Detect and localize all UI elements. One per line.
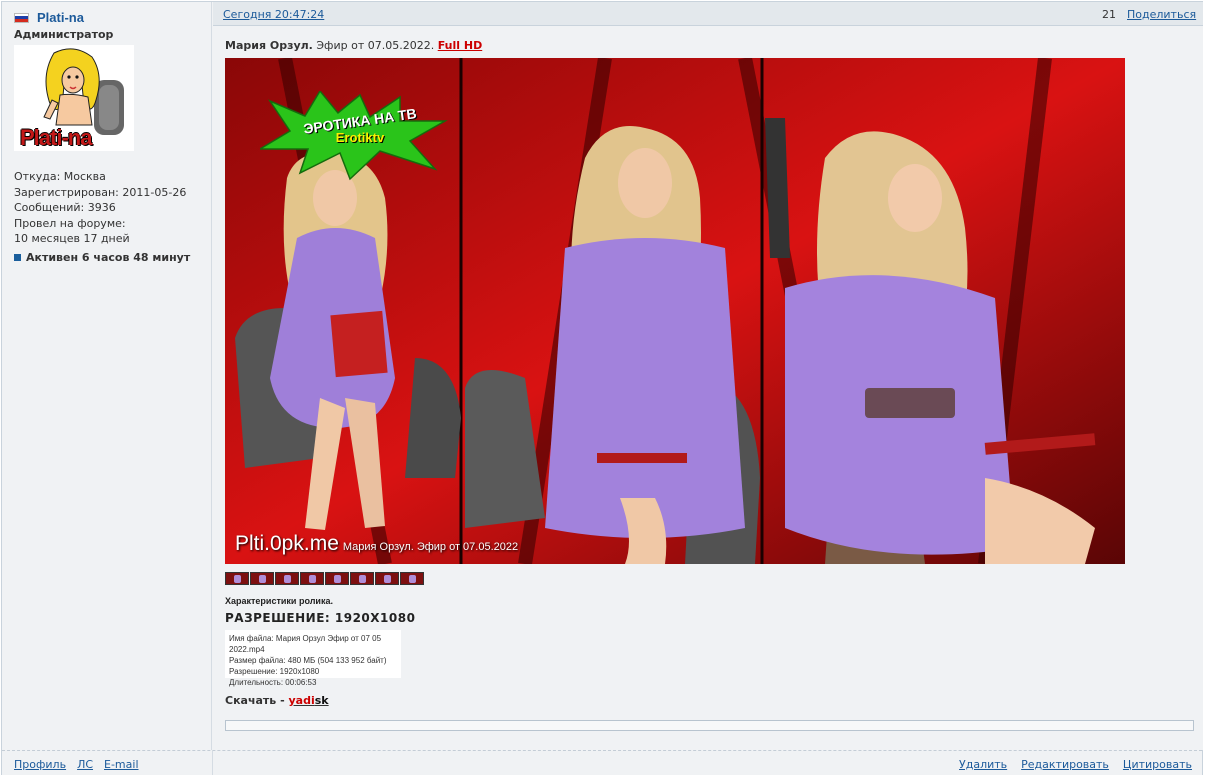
user-posts: Сообщений: 3936 xyxy=(14,201,116,214)
thumbnail[interactable] xyxy=(350,572,374,585)
post-header: Сегодня 20:47:24 21 Поделиться xyxy=(213,2,1203,26)
post-number: 21 xyxy=(1102,8,1116,21)
user-active-text: Активен 6 часов 48 минут xyxy=(26,251,191,264)
profile-link[interactable]: Профиль xyxy=(14,758,66,771)
email-link[interactable]: E-mail xyxy=(104,758,139,771)
thumbnail[interactable] xyxy=(400,572,424,585)
avatar: Plati-na xyxy=(14,45,134,151)
user-rank: Администратор xyxy=(14,28,114,41)
quote-link[interactable]: Цитировать xyxy=(1123,758,1192,771)
post-title: Мария Орзул. Эфир от 07.05.2022. Full HD xyxy=(225,39,482,52)
thumbnail[interactable] xyxy=(375,572,399,585)
username-row: Plati-na xyxy=(14,10,84,25)
download-line: Скачать - yadisk xyxy=(225,694,329,707)
thumbnail[interactable] xyxy=(250,572,274,585)
post-footer: Профиль ЛС E-mail Удалить Редактировать … xyxy=(2,750,1202,775)
meta-resolution: Разрешение: 1920x1080 xyxy=(229,667,320,676)
download-link[interactable]: yadisk xyxy=(289,694,329,707)
image-watermark: Plti.0pk.me Мария Орзул. Эфир от 07.05.20… xyxy=(235,532,518,556)
thumbnail-strip xyxy=(225,572,424,585)
full-hd-link[interactable]: Full HD xyxy=(438,39,483,52)
post-permalink[interactable]: Сегодня 20:47:24 xyxy=(223,8,324,21)
user-panel: Plati-na Администратор Plati-na Откуда: … xyxy=(2,2,212,750)
characteristics-label: Характеристики ролика. xyxy=(225,596,333,606)
download-link-black: sk xyxy=(314,694,329,707)
thumbnail[interactable] xyxy=(275,572,299,585)
user-links: Профиль ЛС E-mail xyxy=(14,758,139,771)
title-rest: Эфир от 07.05.2022. xyxy=(312,39,438,52)
meta-duration: Длительность: 00:06:53 xyxy=(229,678,317,687)
watermark-small: Мария Орзул. Эфир от 07.05.2022 xyxy=(342,541,519,553)
user-info: Откуда: Москва Зарегистрирован: 2011-05-… xyxy=(14,169,186,247)
user-forum-time: 10 месяцев 17 дней xyxy=(14,232,130,245)
user-forum-time-label: Провел на форуме: xyxy=(14,216,126,230)
resolution-heading: РАЗРЕШЕНИЕ: 1920X1080 xyxy=(225,611,416,625)
meta-size: Размер файла: 480 МБ (504 133 952 байт) xyxy=(229,656,387,665)
username-link[interactable]: Plati-na xyxy=(37,10,84,25)
user-from: Откуда: Москва xyxy=(14,170,106,183)
thumbnail[interactable] xyxy=(300,572,324,585)
thumbnail[interactable] xyxy=(225,572,249,585)
post-content: Сегодня 20:47:24 21 Поделиться Мария Орз… xyxy=(213,2,1203,750)
forum-post: Plati-na Администратор Plati-na Откуда: … xyxy=(1,1,1203,775)
user-active: Активен 6 часов 48 минут xyxy=(14,251,190,264)
title-bold: Мария Орзул. xyxy=(225,39,313,52)
share-link[interactable]: Поделиться xyxy=(1127,8,1196,21)
preview-image[interactable]: ЭРОТИКА НА ТВ Erotiktv Plti.0pk.me Мария … xyxy=(225,58,1125,564)
pm-link[interactable]: ЛС xyxy=(77,758,93,771)
active-square-icon xyxy=(14,254,21,261)
signature-bar xyxy=(225,720,1194,731)
meta-filename: Имя файла: Мария Орзул Эфир от 07 05 202… xyxy=(229,634,382,654)
russia-flag-icon xyxy=(14,12,29,23)
watermark-big: Plti.0pk.me xyxy=(235,532,339,555)
footer-divider xyxy=(212,751,213,775)
edit-link[interactable]: Редактировать xyxy=(1021,758,1109,771)
delete-link[interactable]: Удалить xyxy=(959,758,1007,771)
file-meta-box: Имя файла: Мария Орзул Эфир от 07 05 202… xyxy=(225,630,401,687)
post-actions: Удалить Редактировать Цитировать xyxy=(959,758,1192,771)
logo-text-2: Erotiktv xyxy=(335,130,385,145)
thumbnail[interactable] xyxy=(325,572,349,585)
user-registered: Зарегистрирован: 2011-05-26 xyxy=(14,185,187,199)
download-label: Скачать - xyxy=(225,694,289,707)
download-link-red: yadi xyxy=(288,694,315,707)
avatar-text: Plati-na xyxy=(20,125,92,150)
